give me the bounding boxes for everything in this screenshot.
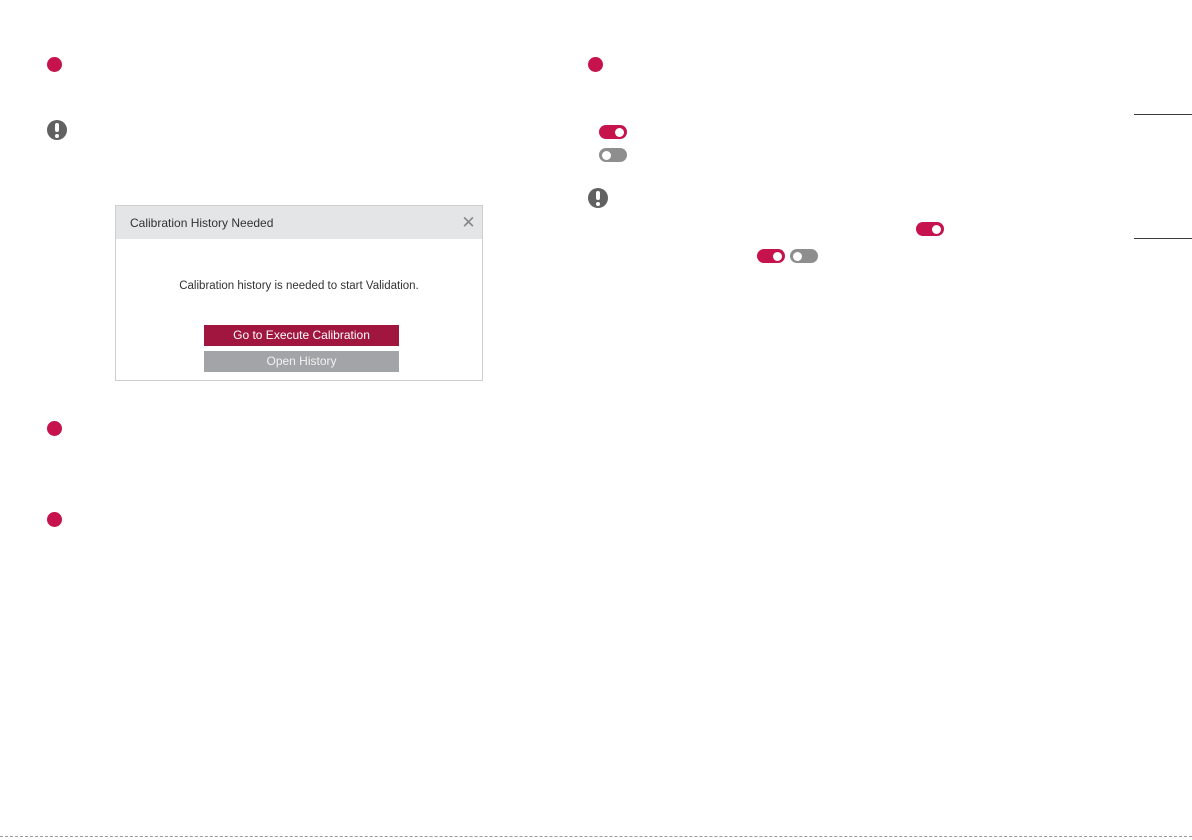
toggle-off-icon	[790, 249, 818, 263]
side-rule	[1134, 114, 1192, 115]
section-bullet-icon	[47, 421, 62, 436]
toggle-on-icon	[757, 249, 785, 263]
side-rule	[1134, 238, 1192, 239]
toggle-off-icon	[599, 148, 627, 162]
section-bullet-icon	[588, 57, 603, 72]
dialog-titlebar: Calibration History Needed ✕	[116, 206, 482, 239]
note-exclamation-icon	[47, 120, 67, 140]
section-bullet-icon	[47, 512, 62, 527]
open-history-button[interactable]: Open History	[204, 351, 399, 372]
bottom-dashed-border	[0, 836, 1192, 837]
close-icon[interactable]: ✕	[460, 214, 477, 231]
toggle-on-icon	[916, 222, 944, 236]
note-exclamation-icon	[588, 188, 608, 208]
dialog-message: Calibration history is needed to start V…	[179, 280, 419, 292]
dialog-title: Calibration History Needed	[130, 216, 274, 230]
section-bullet-icon	[47, 57, 62, 72]
go-to-execute-calibration-button[interactable]: Go to Execute Calibration	[204, 325, 399, 346]
calibration-history-dialog: Calibration History Needed ✕ Calibration…	[115, 205, 483, 381]
toggle-on-icon	[599, 125, 627, 139]
